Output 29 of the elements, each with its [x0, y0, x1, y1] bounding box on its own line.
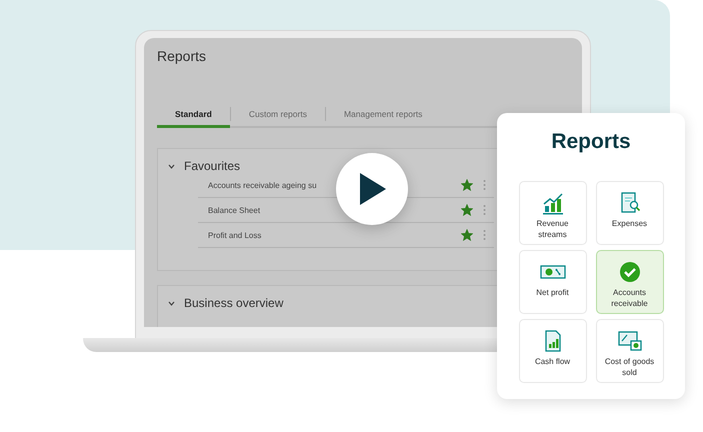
play-icon: [357, 172, 387, 206]
section-title: Business overview: [184, 296, 284, 310]
more-icon[interactable]: [483, 229, 486, 241]
star-icon[interactable]: [461, 229, 473, 241]
report-tile[interactable]: Revenue streams: [518, 181, 586, 245]
report-tile[interactable]: Accounts receivable: [596, 250, 664, 314]
report-link[interactable]: Profit and Loss: [208, 230, 262, 240]
page-title: Reports: [157, 48, 208, 64]
tile-label: Net profit: [535, 288, 570, 299]
tile-label: Expenses: [610, 219, 648, 230]
star-icon[interactable]: [461, 179, 473, 191]
tab[interactable]: Standard: [157, 102, 230, 128]
more-icon[interactable]: [483, 204, 486, 216]
more-icon[interactable]: [483, 179, 486, 191]
report-tile[interactable]: Cost of goods sold: [596, 319, 664, 383]
report-tile[interactable]: Cash flow: [518, 319, 586, 383]
star-icon[interactable]: [461, 204, 473, 216]
tile-label: Accounts receivable: [610, 288, 649, 310]
section-title: Favourites: [184, 159, 240, 173]
chevron-icon[interactable]: [168, 300, 175, 306]
report-tile[interactable]: Net profit: [518, 250, 586, 314]
chevron-icon[interactable]: [168, 164, 175, 168]
tile-label: Revenue streams: [535, 219, 570, 241]
tile-label: Cost of goods sold: [604, 357, 654, 379]
report-link[interactable]: Accounts receivable ageing su: [208, 180, 317, 190]
card-title: Reports: [551, 130, 631, 154]
tile-label: Cash flow: [534, 357, 572, 368]
report-tile[interactable]: Expenses: [596, 181, 664, 245]
report-link[interactable]: Balance Sheet: [208, 206, 260, 214]
